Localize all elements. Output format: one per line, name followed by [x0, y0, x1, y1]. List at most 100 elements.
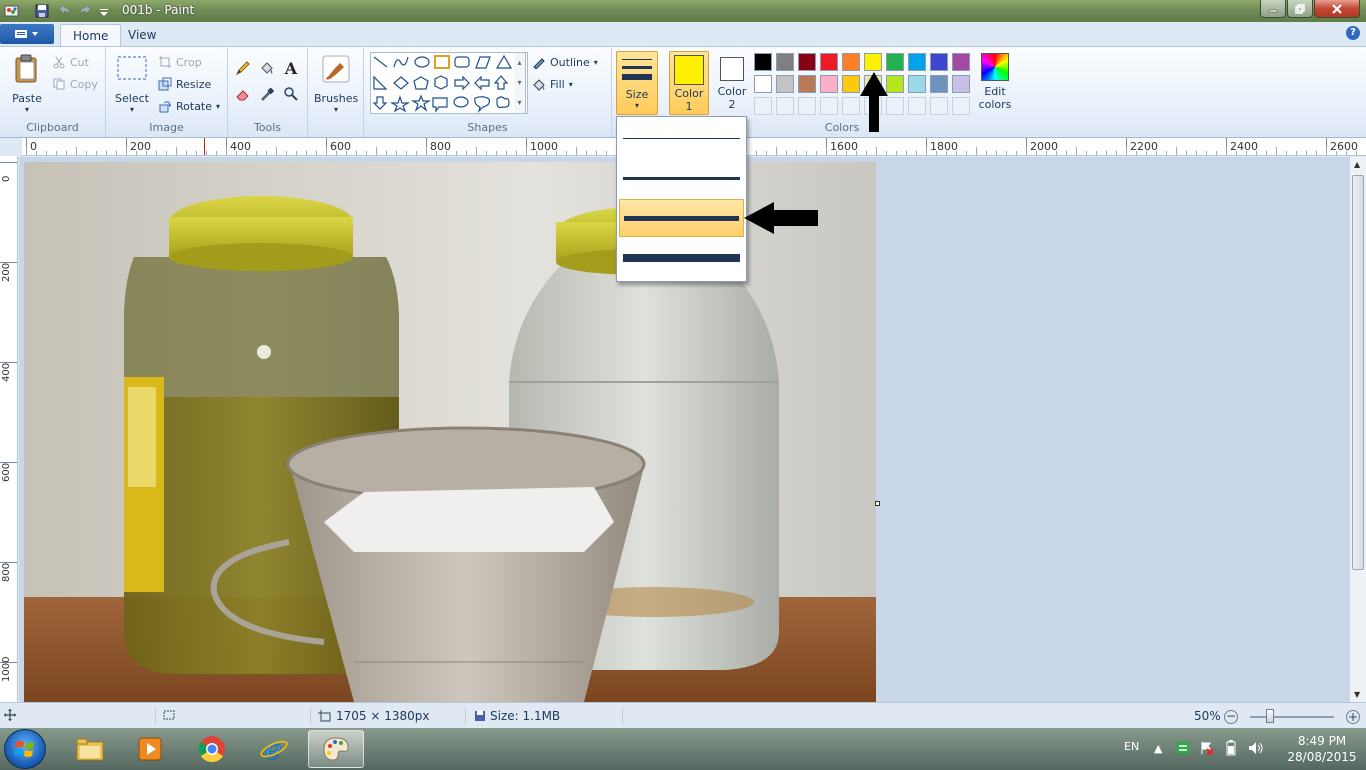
color-swatch[interactable]: [930, 53, 948, 71]
color-swatch[interactable]: [908, 75, 926, 93]
color-swatch[interactable]: [754, 75, 772, 93]
redo-icon[interactable]: [78, 3, 94, 19]
help-icon[interactable]: ?: [1346, 26, 1360, 40]
brushes-button[interactable]: Brushes ▾: [314, 53, 358, 114]
scroll-up-icon[interactable]: ▲: [1354, 160, 1360, 169]
pencil-tool[interactable]: [232, 57, 254, 79]
tab-home[interactable]: Home: [60, 24, 122, 46]
cursor-position: [4, 709, 16, 721]
rotate-button[interactable]: Rotate ▾: [158, 97, 220, 115]
cut-label: Cut: [70, 55, 89, 69]
custom-color-slot[interactable]: [908, 97, 926, 115]
rotate-dropdown-arrow[interactable]: ▾: [216, 102, 220, 111]
resize-button[interactable]: Resize: [158, 75, 211, 93]
sync-icon[interactable]: [1176, 741, 1190, 755]
outline-dropdown-arrow[interactable]: ▾: [594, 58, 598, 67]
action-center-icon[interactable]: [1200, 741, 1214, 755]
language-indicator[interactable]: EN: [1124, 740, 1139, 753]
color-swatch[interactable]: [798, 75, 816, 93]
paste-button[interactable]: Paste ▾: [8, 53, 46, 114]
size-option[interactable]: [619, 159, 744, 197]
brushes-dropdown-arrow[interactable]: ▾: [314, 105, 358, 114]
image-canvas[interactable]: [24, 162, 876, 702]
color-swatch[interactable]: [776, 53, 794, 71]
zoom-in-button[interactable]: +: [1346, 710, 1360, 724]
zoom-slider-track[interactable]: [1250, 716, 1334, 718]
color-swatch[interactable]: [952, 75, 970, 93]
paint-app-icon[interactable]: [4, 3, 20, 19]
zoom-slider-thumb[interactable]: [1266, 709, 1274, 723]
ruler-minor-tick: [146, 151, 147, 155]
color-swatch[interactable]: [820, 53, 838, 71]
magnifier-tool[interactable]: [280, 83, 302, 105]
ruler-minor-tick: [1126, 147, 1127, 155]
custom-color-slot[interactable]: [798, 97, 816, 115]
ruler-minor-tick: [1266, 151, 1267, 155]
taskbar-explorer[interactable]: [62, 730, 118, 768]
ruler-minor-tick: [96, 151, 97, 155]
cut-button[interactable]: Cut: [52, 53, 89, 71]
paint-menu-button[interactable]: [0, 24, 54, 44]
crop-button[interactable]: Crop: [158, 53, 202, 71]
tab-view[interactable]: View: [116, 24, 168, 46]
taskbar-media-player[interactable]: [122, 730, 178, 768]
custom-color-slot[interactable]: [930, 97, 948, 115]
vertical-scrollbar[interactable]: ▲ ▼: [1349, 157, 1366, 702]
save-icon[interactable]: [34, 3, 50, 19]
color-swatch[interactable]: [864, 53, 882, 71]
custom-color-slot[interactable]: [776, 97, 794, 115]
size-dropdown-arrow[interactable]: ▾: [617, 101, 657, 110]
color-swatch[interactable]: [952, 53, 970, 71]
taskbar-chrome[interactable]: [184, 730, 240, 768]
custom-color-slot[interactable]: [952, 97, 970, 115]
color-swatch[interactable]: [798, 53, 816, 71]
size-option[interactable]: [619, 239, 744, 277]
taskbar-paint[interactable]: [308, 730, 364, 768]
select-dropdown-arrow[interactable]: ▾: [114, 105, 150, 114]
color-swatch[interactable]: [842, 53, 860, 71]
battery-icon[interactable]: [1224, 740, 1238, 756]
color-picker-tool[interactable]: [256, 83, 278, 105]
show-hidden-icons[interactable]: ▲: [1154, 742, 1162, 755]
color1-button[interactable]: Color 1: [669, 51, 709, 115]
color-swatch[interactable]: [754, 53, 772, 71]
color-swatch[interactable]: [886, 53, 904, 71]
taskbar-internet-explorer[interactable]: e: [246, 730, 302, 768]
minimize-button[interactable]: [1260, 0, 1286, 18]
color-swatch[interactable]: [820, 75, 838, 93]
system-clock[interactable]: 8:49 PM 28/08/2015: [1282, 733, 1362, 765]
text-tool[interactable]: A: [280, 57, 302, 79]
scroll-down-icon[interactable]: ▼: [1354, 690, 1360, 699]
eraser-tool[interactable]: [232, 83, 254, 105]
size-option[interactable]: [619, 119, 744, 157]
custom-color-slot[interactable]: [820, 97, 838, 115]
select-button[interactable]: Select ▾: [114, 53, 150, 114]
outline-button[interactable]: Outline ▾: [532, 53, 598, 71]
canvas-resize-handle[interactable]: [875, 501, 880, 506]
ruler-minor-tick: [996, 151, 997, 155]
scrollbar-thumb[interactable]: [1352, 175, 1364, 570]
ruler-minor-tick: [486, 151, 487, 155]
color-swatch[interactable]: [776, 75, 794, 93]
color-swatch[interactable]: [908, 53, 926, 71]
edit-colors-button[interactable]: Edit colors: [974, 53, 1016, 111]
custom-color-slot[interactable]: [754, 97, 772, 115]
color-swatch[interactable]: [930, 75, 948, 93]
zoom-out-button[interactable]: −: [1224, 710, 1238, 724]
copy-button[interactable]: Copy: [52, 75, 98, 93]
customize-toolbar-icon[interactable]: [98, 3, 114, 19]
fill-tool[interactable]: [256, 57, 278, 79]
color2-button[interactable]: Color 2: [714, 51, 750, 115]
volume-icon[interactable]: [1248, 741, 1264, 755]
size-option[interactable]: [619, 199, 744, 237]
size-button[interactable]: Size ▾: [616, 51, 658, 115]
image-group: Select ▾ Crop Resize Rotate ▾ Image: [106, 47, 228, 137]
start-button[interactable]: [4, 729, 46, 769]
fill-dropdown-arrow[interactable]: ▾: [569, 80, 573, 89]
fill-button[interactable]: Fill ▾: [532, 75, 573, 93]
close-button[interactable]: [1314, 0, 1360, 18]
restore-button[interactable]: [1287, 0, 1313, 18]
paste-dropdown-arrow[interactable]: ▾: [8, 105, 46, 114]
shapes-gallery-scroll[interactable]: ▴ ▾ ▾: [514, 52, 526, 114]
undo-icon[interactable]: [56, 3, 72, 19]
